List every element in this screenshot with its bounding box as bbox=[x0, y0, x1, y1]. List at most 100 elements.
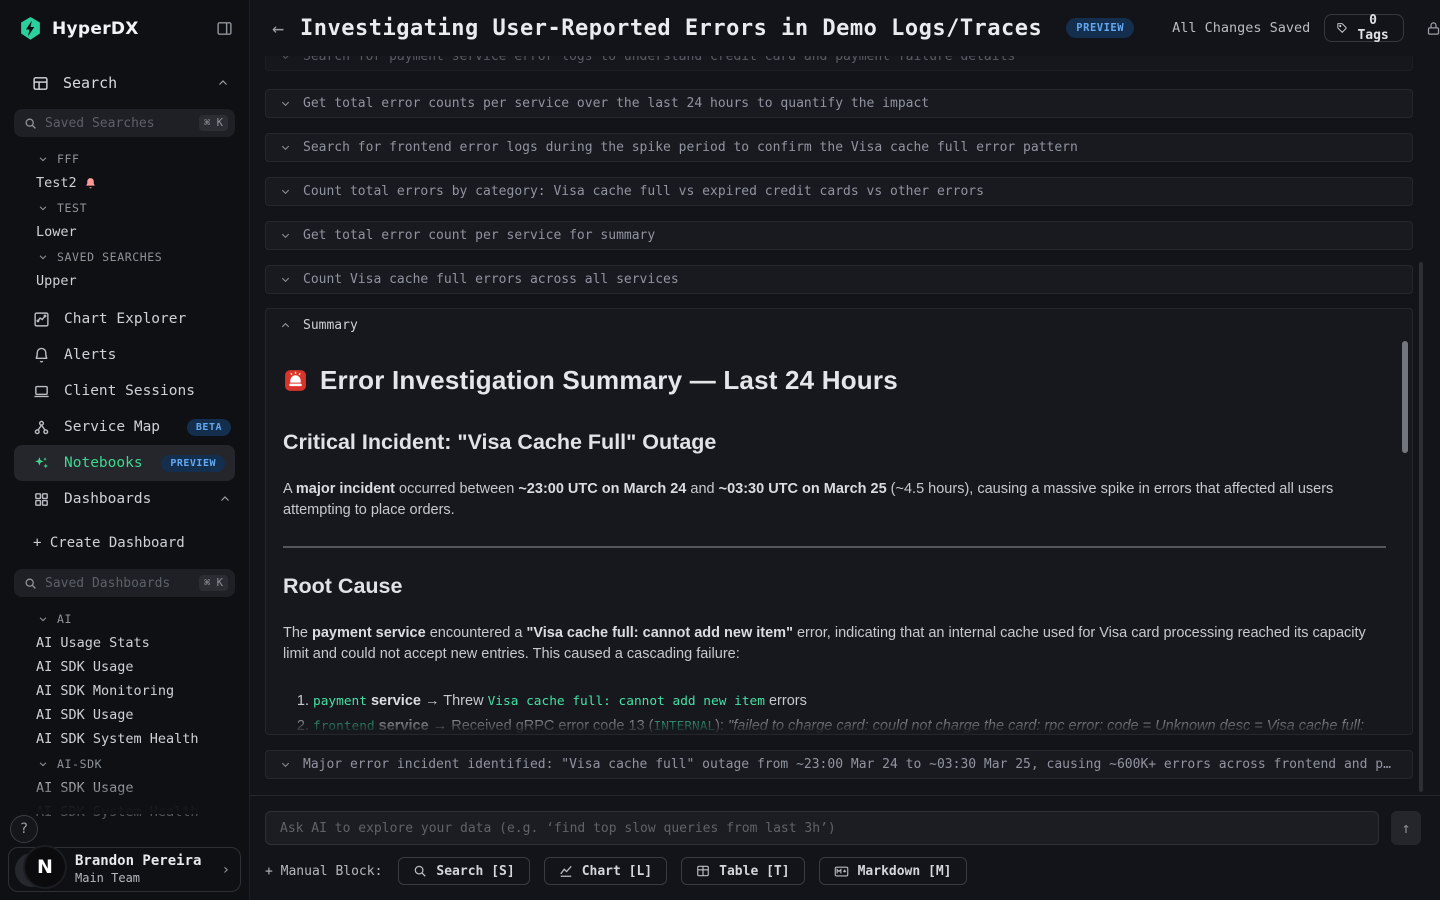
help-button[interactable]: ? bbox=[10, 815, 38, 843]
user-name: Brandon Pereira bbox=[75, 853, 201, 871]
chevron-down-icon bbox=[280, 186, 291, 197]
police-light-emoji bbox=[283, 368, 308, 393]
shortcut-badge: ⌘ K bbox=[199, 115, 228, 131]
dash-group-ai[interactable]: AI bbox=[0, 606, 249, 631]
search-icon bbox=[24, 577, 37, 590]
up-arrow-icon: ↑ bbox=[1401, 819, 1410, 837]
divider bbox=[283, 546, 1386, 548]
chevron-down-icon bbox=[38, 203, 48, 213]
search-group-saved-searches[interactable]: SAVED SEARCHES bbox=[0, 244, 249, 269]
markdown-content: Error Investigation Summary — Last 24 Ho… bbox=[266, 333, 1412, 735]
saved-searches-placeholder: Saved Searches bbox=[45, 116, 199, 131]
notebook-header: ← Investigating User-Reported Errors in … bbox=[250, 0, 1440, 56]
dash-item[interactable]: AI SDK Usage bbox=[0, 655, 249, 679]
page-scrollbar-thumb[interactable] bbox=[1419, 262, 1423, 792]
sidebar-item-dashboards[interactable]: Dashboards bbox=[0, 481, 249, 517]
chart-explorer-icon bbox=[33, 311, 50, 328]
ai-row: ↑ bbox=[265, 811, 1421, 845]
dash-item[interactable]: AI SDK Usage bbox=[0, 703, 249, 727]
sidebar-section-search[interactable]: Search bbox=[0, 69, 249, 97]
dash-item[interactable]: AI SDK Usage bbox=[0, 776, 249, 800]
saved-dashboards-placeholder: Saved Dashboards bbox=[45, 576, 199, 591]
app-name: HyperDX bbox=[52, 19, 139, 39]
table-icon bbox=[32, 75, 49, 92]
saved-dashboards-input[interactable]: Saved Dashboards ⌘ K bbox=[14, 569, 235, 597]
dash-item[interactable]: AI SDK System Health bbox=[0, 727, 249, 751]
preview-badge: PREVIEW bbox=[1066, 18, 1134, 38]
saved-searches-input[interactable]: Saved Searches ⌘ K bbox=[14, 109, 235, 137]
sparkles-icon bbox=[33, 455, 50, 472]
chevron-down-icon bbox=[280, 98, 291, 109]
back-button[interactable]: ← bbox=[272, 16, 284, 40]
lock-icon[interactable] bbox=[1426, 21, 1440, 36]
chevron-down-icon bbox=[38, 252, 48, 262]
sidebar-item-service-map[interactable]: Service Map BETA bbox=[0, 409, 249, 445]
user-team: Main Team bbox=[75, 871, 201, 886]
create-dashboard-button[interactable]: + Create Dashboard bbox=[0, 529, 249, 557]
avatar: N bbox=[23, 845, 67, 889]
chevron-down-icon bbox=[38, 614, 48, 624]
summary-block: Summary Error Investigation Summary — La… bbox=[265, 308, 1413, 735]
notebook-title[interactable]: Investigating User-Reported Errors in De… bbox=[300, 16, 1042, 41]
summary-block-header[interactable]: Summary bbox=[266, 309, 1412, 333]
beta-badge: BETA bbox=[187, 419, 231, 436]
add-search-block-button[interactable]: Search [S] bbox=[398, 857, 529, 885]
chevron-down-icon bbox=[280, 274, 291, 285]
add-table-block-button[interactable]: Table [T] bbox=[681, 857, 804, 885]
main-area: Search for payment service error logs to… bbox=[250, 0, 1440, 900]
dash-item[interactable]: AI SDK Monitoring bbox=[0, 679, 249, 703]
collapse-sidebar-icon[interactable] bbox=[216, 20, 233, 37]
notebook-block-collapsed[interactable]: Count total errors by category: Visa cac… bbox=[265, 177, 1413, 206]
markdown-icon bbox=[834, 864, 849, 879]
notebook-block-collapsed[interactable]: Search for frontend error logs during th… bbox=[265, 133, 1413, 162]
search-group-test[interactable]: TEST bbox=[0, 195, 249, 220]
add-chart-block-button[interactable]: Chart [L] bbox=[544, 857, 667, 885]
saved-dashboards-tree: AI AI Usage Stats AI SDK Usage AI SDK Mo… bbox=[0, 606, 249, 824]
sidebar-item-client-sessions[interactable]: Client Sessions bbox=[0, 373, 249, 409]
manual-block-label: + Manual Block: bbox=[265, 864, 382, 879]
bell-icon bbox=[33, 347, 50, 364]
search-item-upper[interactable]: Upper bbox=[0, 269, 249, 293]
add-markdown-block-button[interactable]: Markdown [M] bbox=[819, 857, 967, 885]
notebook-block-collapsed-final[interactable]: Major error incident identified: "Visa c… bbox=[265, 750, 1413, 779]
service-map-icon bbox=[33, 419, 50, 436]
dash-item[interactable]: AI SDK System Health bbox=[0, 800, 249, 824]
notebook-block-collapsed[interactable]: Get total error counts per service over … bbox=[265, 89, 1413, 118]
search-icon bbox=[24, 117, 37, 130]
notebook-block-collapsed[interactable]: Count Visa cache full errors across all … bbox=[265, 265, 1413, 294]
sidebar: HyperDX Search Saved Searches ⌘ K FFF Te… bbox=[0, 0, 250, 900]
list-item: payment service → Threw Visa cache full:… bbox=[313, 690, 1386, 712]
notebook-block-collapsed[interactable]: Get total error count per service for su… bbox=[265, 221, 1413, 250]
tags-button[interactable]: 0 Tags bbox=[1324, 14, 1403, 42]
question-mark-icon: ? bbox=[20, 821, 28, 837]
search-group-fff[interactable]: FFF bbox=[0, 146, 249, 171]
chevron-up-icon[interactable] bbox=[219, 493, 231, 505]
saved-searches-tree: FFF Test2 TEST Lower SAVED SEARCHES Uppe… bbox=[0, 146, 249, 293]
alert-bell-icon bbox=[84, 177, 97, 190]
sidebar-nav: Chart Explorer Alerts Client Sessions Se… bbox=[0, 301, 249, 517]
section-label: Search bbox=[63, 74, 117, 92]
dash-group-ai-sdk[interactable]: AI-SDK bbox=[0, 751, 249, 776]
manual-block-row: + Manual Block: Search [S] Chart [L] Tab… bbox=[265, 857, 967, 885]
laptop-icon bbox=[33, 383, 50, 400]
summary-scrollbar-thumb[interactable] bbox=[1402, 341, 1408, 453]
dashboards-grid-icon bbox=[33, 491, 50, 508]
sidebar-item-notebooks[interactable]: Notebooks PREVIEW bbox=[14, 445, 235, 481]
dash-item[interactable]: AI Usage Stats bbox=[0, 631, 249, 655]
search-item-test2[interactable]: Test2 bbox=[0, 171, 249, 195]
chevron-up-icon[interactable] bbox=[217, 77, 229, 89]
content-fade bbox=[267, 712, 1411, 734]
sidebar-item-alerts[interactable]: Alerts bbox=[0, 337, 249, 373]
tag-icon bbox=[1337, 21, 1347, 35]
sidebar-item-chart-explorer[interactable]: Chart Explorer bbox=[0, 301, 249, 337]
ask-ai-input[interactable] bbox=[265, 811, 1379, 845]
chevron-down-icon bbox=[38, 759, 48, 769]
summary-title: Error Investigation Summary — Last 24 Ho… bbox=[283, 365, 1386, 396]
save-status: All Changes Saved bbox=[1172, 20, 1310, 36]
search-item-lower[interactable]: Lower bbox=[0, 220, 249, 244]
send-button[interactable]: ↑ bbox=[1391, 811, 1421, 845]
incident-paragraph: A major incident occurred between ~23:00… bbox=[283, 479, 1386, 520]
chevron-down-icon bbox=[280, 230, 291, 241]
user-menu[interactable]: N Brandon Pereira Main Team › bbox=[8, 847, 241, 892]
root-cause-heading: Root Cause bbox=[283, 574, 1386, 599]
